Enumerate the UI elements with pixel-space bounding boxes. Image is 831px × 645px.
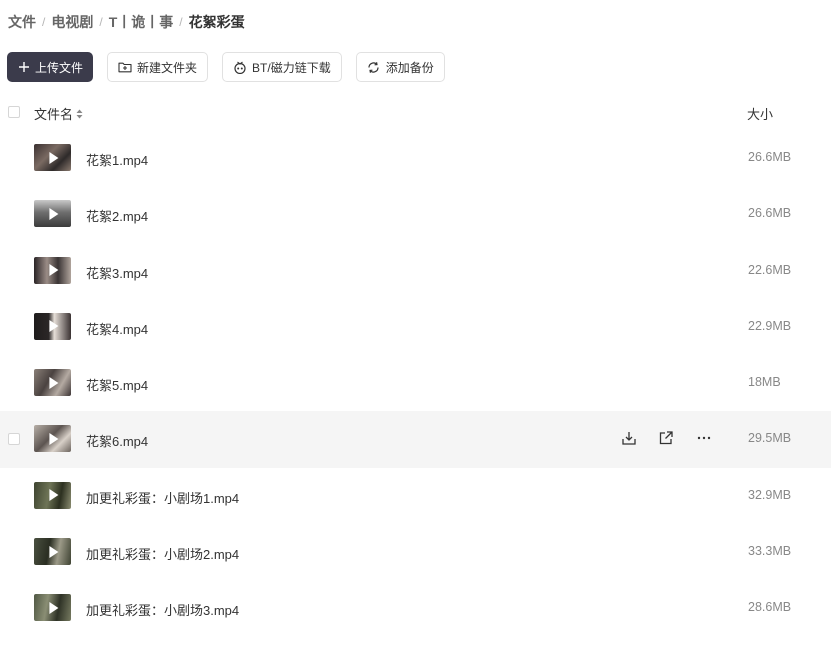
file-name[interactable]: 花絮4.mp4 — [86, 319, 148, 338]
file-size: 26.6MB — [748, 206, 792, 221]
video-thumbnail[interactable] — [34, 256, 71, 284]
folder-plus-icon — [118, 60, 132, 74]
file-row[interactable]: 花絮1.mp4 26.6MB — [0, 130, 831, 186]
row-checkbox[interactable] — [8, 433, 20, 446]
new-folder-label: 新建文件夹 — [137, 60, 198, 75]
share-icon — [658, 430, 674, 446]
video-thumbnail[interactable] — [34, 538, 71, 566]
breadcrumb-item-current: 花絮彩蛋 — [188, 14, 245, 30]
file-name[interactable]: 花絮2.mp4 — [86, 206, 148, 225]
video-thumbnail[interactable] — [34, 594, 71, 622]
file-size: 28.6MB — [748, 600, 792, 615]
file-size: 26.6MB — [748, 150, 792, 164]
video-thumbnail[interactable] — [34, 481, 71, 509]
file-name[interactable]: 花絮3.mp4 — [86, 263, 148, 282]
file-size: 29.5MB — [748, 431, 792, 446]
file-name[interactable]: 加更礼彩蛋：小剧场3.mp4 — [86, 600, 239, 619]
file-name[interactable]: 加更礼彩蛋：小剧场1.mp4 — [86, 488, 239, 507]
sort-icon[interactable] — [76, 109, 83, 119]
file-row[interactable]: 加更礼彩蛋：小剧场2.mp4 33.3MB — [0, 524, 831, 580]
video-thumbnail[interactable] — [34, 425, 71, 453]
file-size: 22.6MB — [748, 262, 792, 277]
column-header-name[interactable]: 文件名 — [34, 104, 83, 123]
file-row[interactable]: 花絮6.mp4 29.5MB — [0, 411, 831, 468]
video-thumbnail[interactable] — [34, 200, 71, 228]
play-icon — [48, 151, 58, 164]
file-row[interactable]: 加更礼彩蛋：小剧场1.mp4 32.9MB — [0, 468, 831, 524]
sync-icon — [367, 60, 381, 74]
play-icon — [48, 489, 58, 502]
file-size: 32.9MB — [748, 487, 792, 502]
file-name[interactable]: 花絮5.mp4 — [86, 375, 148, 394]
bt-magnet-download-button[interactable]: BT/磁力链下载 — [222, 52, 342, 82]
more-icon — [696, 430, 712, 446]
play-icon — [48, 264, 58, 277]
video-thumbnail[interactable] — [34, 312, 71, 340]
toolbar: 上传文件 新建文件夹 BT/磁力链下载 添加备份 — [7, 52, 459, 82]
breadcrumb-separator: / — [99, 15, 103, 29]
play-icon — [48, 601, 58, 614]
more-button[interactable] — [695, 429, 713, 447]
breadcrumb: 文件 / 电视剧 / T丨诡丨事 / 花絮彩蛋 — [8, 12, 245, 32]
play-icon — [48, 376, 58, 389]
file-name[interactable]: 花絮6.mp4 — [86, 431, 148, 450]
file-name[interactable]: 加更礼彩蛋：小剧场2.mp4 — [86, 544, 239, 563]
download-button[interactable] — [620, 429, 638, 447]
download-icon — [621, 430, 637, 446]
file-row[interactable]: 加更礼彩蛋：小剧场3.mp4 28.6MB — [0, 580, 831, 636]
upload-file-button[interactable]: 上传文件 — [7, 52, 94, 82]
breadcrumb-separator: / — [42, 15, 46, 29]
column-header-name-label: 文件名 — [34, 107, 74, 122]
file-row[interactable]: 花絮2.mp4 26.6MB — [0, 186, 831, 242]
new-folder-button[interactable]: 新建文件夹 — [107, 52, 209, 82]
file-size: 33.3MB — [748, 544, 792, 559]
file-size: 22.9MB — [748, 318, 792, 333]
breadcrumb-separator: / — [179, 15, 183, 29]
file-size: 18MB — [748, 375, 781, 390]
file-row[interactable]: 花絮4.mp4 22.9MB — [0, 299, 831, 355]
bt-magnet-download-label: BT/磁力链下载 — [252, 60, 331, 75]
play-icon — [48, 320, 58, 333]
add-backup-button[interactable]: 添加备份 — [355, 52, 445, 82]
plus-icon — [17, 60, 31, 74]
column-header-size[interactable]: 大小 — [747, 104, 773, 123]
bt-icon — [233, 60, 247, 74]
breadcrumb-item-tv[interactable]: 电视剧 — [51, 12, 93, 32]
video-thumbnail[interactable] — [34, 144, 71, 171]
breadcrumb-item-files[interactable]: 文件 — [8, 12, 36, 32]
upload-file-label: 上传文件 — [35, 60, 84, 75]
file-name[interactable]: 花絮1.mp4 — [86, 150, 148, 169]
add-backup-label: 添加备份 — [385, 60, 434, 75]
play-icon — [48, 432, 58, 445]
file-row[interactable]: 花絮3.mp4 22.6MB — [0, 243, 831, 299]
breadcrumb-item-show[interactable]: T丨诡丨事 — [109, 12, 174, 32]
file-list-header: 文件名 大小 — [0, 100, 831, 124]
play-icon — [48, 207, 58, 220]
select-all-checkbox[interactable] — [8, 106, 20, 118]
video-thumbnail[interactable] — [34, 369, 71, 397]
file-row[interactable]: 花絮5.mp4 18MB — [0, 355, 831, 411]
file-list: 花絮1.mp4 26.6MB 花絮2.mp4 26.6MB 花絮3.mp4 22.6MB 花… — [0, 130, 831, 637]
share-button[interactable] — [657, 429, 675, 447]
play-icon — [48, 545, 58, 558]
